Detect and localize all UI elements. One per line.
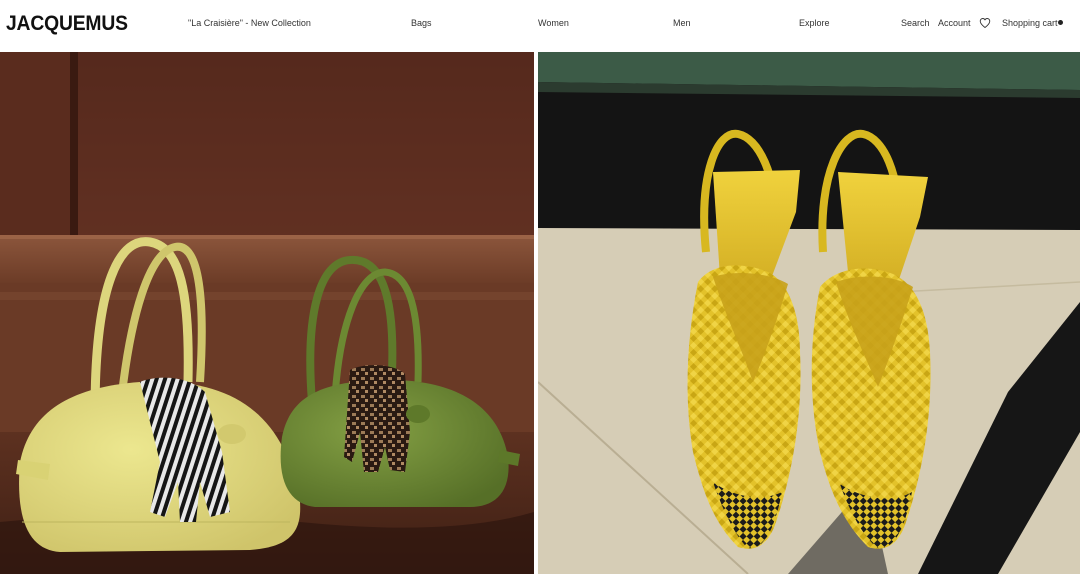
- cart-indicator-dot: [1058, 20, 1063, 25]
- heart-icon[interactable]: [979, 17, 991, 29]
- account-link[interactable]: Account: [938, 17, 971, 29]
- nav-men[interactable]: Men: [673, 17, 691, 29]
- nav-bags[interactable]: Bags: [411, 17, 432, 29]
- shopping-cart-link[interactable]: Shopping cart: [1002, 17, 1058, 29]
- nav-new-collection[interactable]: "La Craisière" - New Collection: [188, 17, 311, 29]
- bags-campaign-image[interactable]: [0, 52, 534, 574]
- bags-photo: [0, 52, 534, 574]
- shoes-campaign-image[interactable]: [538, 52, 1080, 574]
- nav-women[interactable]: Women: [538, 17, 569, 29]
- nav-explore[interactable]: Explore: [799, 17, 830, 29]
- brand-logo[interactable]: JACQUEMUS: [6, 12, 128, 36]
- site-header: JACQUEMUS "La Craisière" - New Collectio…: [0, 0, 1080, 52]
- search-link[interactable]: Search: [901, 17, 930, 29]
- shoes-photo: [538, 52, 1080, 574]
